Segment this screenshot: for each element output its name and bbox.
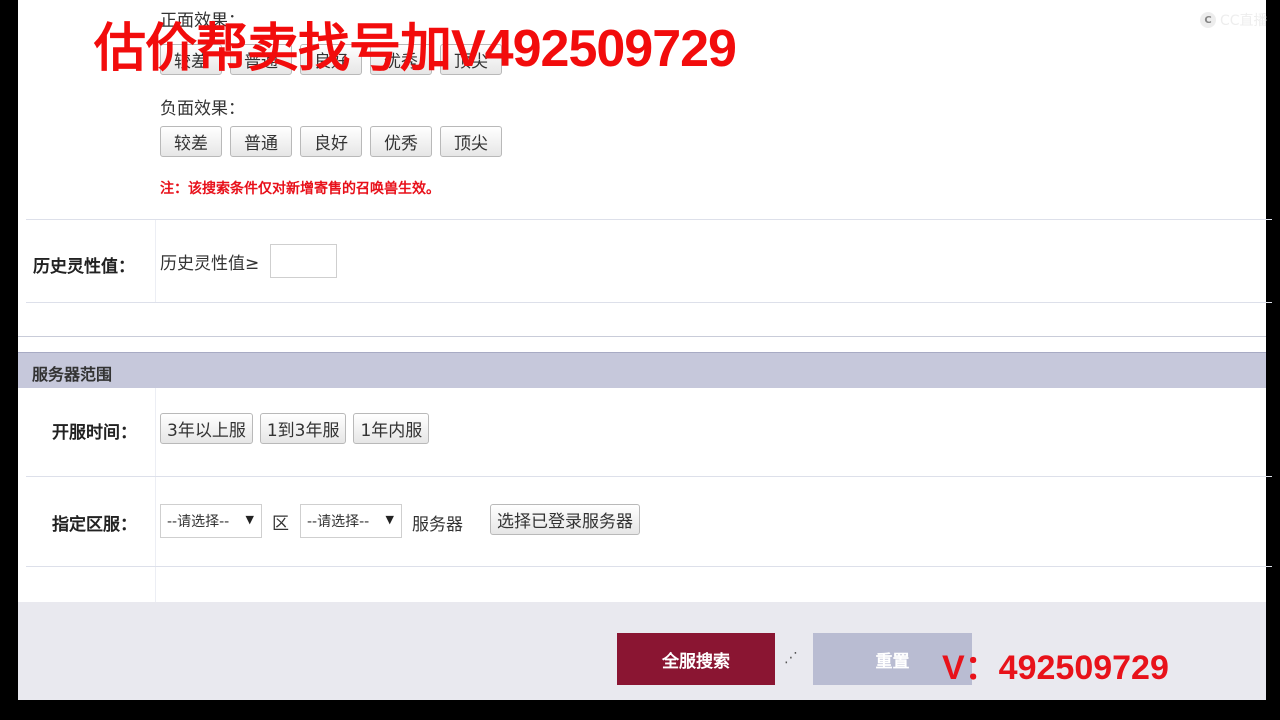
column-divider <box>155 220 156 302</box>
row-divider <box>26 476 1272 477</box>
server-select-label: 指定区服： <box>52 515 137 535</box>
dropdown-arrow-icon: ▼ <box>385 513 394 526</box>
negative-effect-options: 较差 普通 良好 优秀 顶尖 <box>160 126 502 157</box>
dropdown-arrow-icon: ▼ <box>245 513 254 526</box>
row-divider <box>26 566 1272 567</box>
open-time-option-3plus[interactable]: 3年以上服 <box>160 413 253 444</box>
negative-effect-option-top[interactable]: 顶尖 <box>440 126 502 157</box>
history-spirit-label: 历史灵性值： <box>33 257 135 277</box>
row-divider <box>26 302 1272 303</box>
negative-effect-option-normal[interactable]: 普通 <box>230 126 292 157</box>
open-time-option-under1[interactable]: 1年内服 <box>353 413 430 444</box>
stream-logo-icon: C <box>1200 12 1216 28</box>
area-select-value: --请选择-- <box>167 514 230 530</box>
column-divider <box>155 388 156 602</box>
negative-effect-option-excellent[interactable]: 优秀 <box>370 126 432 157</box>
row-divider <box>26 219 1272 220</box>
stream-logo-text: CC直播 <box>1220 13 1268 29</box>
negative-effect-option-poor[interactable]: 较差 <box>160 126 222 157</box>
history-spirit-input[interactable] <box>270 244 337 278</box>
server-select-value: --请选择-- <box>307 514 370 530</box>
watermark-bottom: V：492509729 <box>942 649 1169 687</box>
server-section-header: 服务器范围 <box>18 352 1266 388</box>
open-time-options: 3年以上服 1到3年服 1年内服 <box>160 413 430 444</box>
section-divider <box>18 336 1266 337</box>
choose-logged-server-button[interactable]: 选择已登录服务器 <box>490 504 640 535</box>
open-time-label: 开服时间： <box>52 423 137 443</box>
search-note: 注：该搜索条件仅对新增寄售的召唤兽生效。 <box>160 181 440 197</box>
server-suffix: 服务器 <box>412 515 463 535</box>
open-time-option-1to3[interactable]: 1到3年服 <box>259 413 347 444</box>
watermark-top: 估价帮卖找号加V492509729 <box>94 20 737 78</box>
server-section-title: 服务器范围 <box>32 365 113 384</box>
area-select[interactable]: --请选择-- ▼ <box>160 504 262 538</box>
stream-logo: C CC直播 <box>1200 10 1268 30</box>
negative-effect-option-good[interactable]: 良好 <box>300 126 362 157</box>
history-spirit-field-label: 历史灵性值≥ <box>160 254 260 274</box>
negative-effect-label: 负面效果： <box>160 99 245 119</box>
search-all-servers-button[interactable]: 全服搜索 <box>617 633 775 685</box>
area-suffix: 区 <box>272 514 289 534</box>
loading-spinner-icon: ⋰ <box>784 650 798 666</box>
server-select[interactable]: --请选择-- ▼ <box>300 504 402 538</box>
